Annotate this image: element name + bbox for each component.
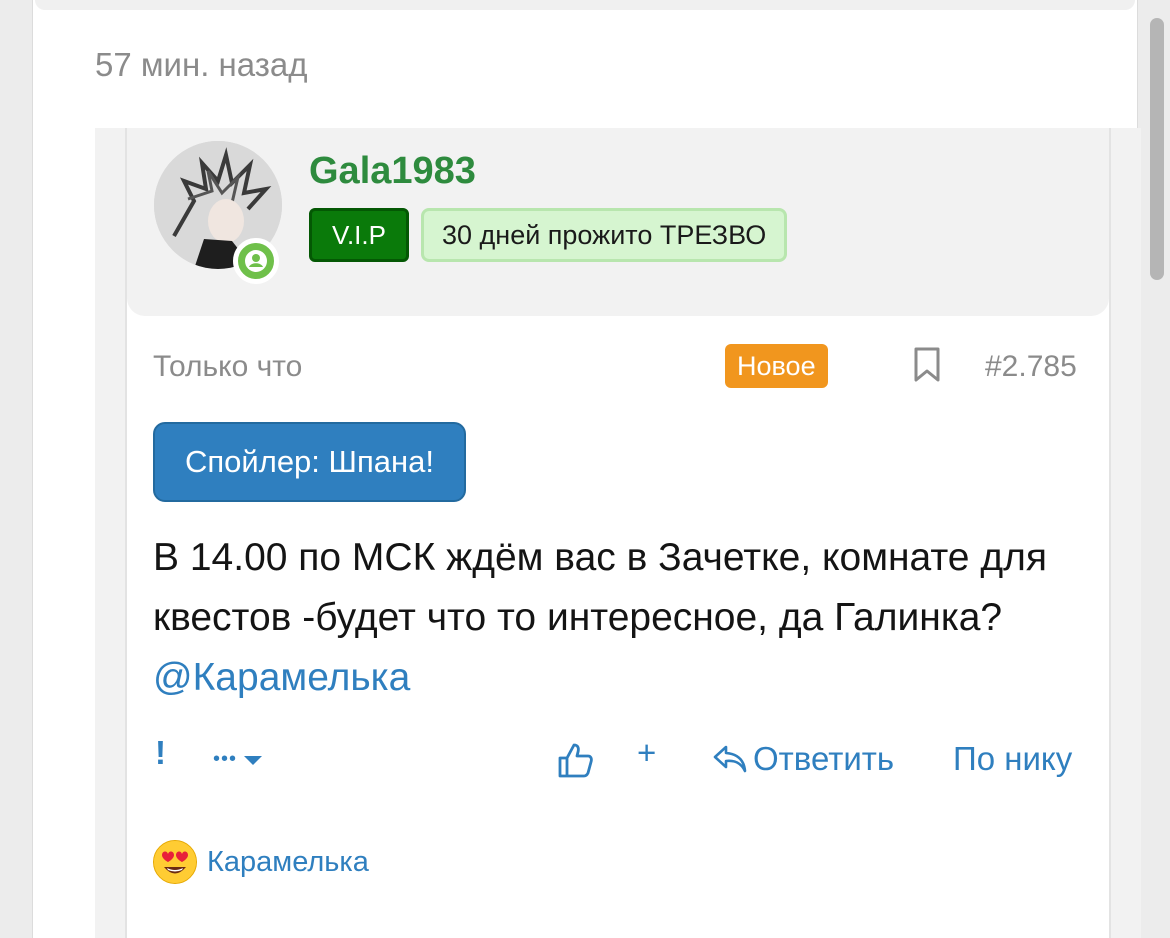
reaction-row: Карамелька: [153, 840, 369, 884]
like-button[interactable]: [557, 742, 593, 778]
mention-link[interactable]: @Карамелька: [153, 656, 410, 699]
message-body: В 14.00 по МСК ждём вас в Зачетке, комна…: [153, 536, 1047, 639]
spoiler-button[interactable]: Спойлер: Шпана!: [153, 422, 466, 502]
reply-icon: [713, 745, 747, 773]
report-button[interactable]: !: [155, 734, 166, 772]
post-number[interactable]: #2.785: [985, 350, 1077, 384]
reply-button[interactable]: Ответить: [713, 740, 894, 778]
bookmark-icon[interactable]: [913, 347, 941, 383]
sober-badge: 30 дней прожито ТРЕЗВО: [421, 208, 788, 262]
post-time[interactable]: Только что: [153, 350, 302, 384]
previous-post-time: 57 мин. назад: [95, 46, 308, 83]
thumbs-up-icon: [558, 743, 593, 778]
quote-by-nick-button[interactable]: По нику: [953, 740, 1072, 778]
scrollbar[interactable]: [1150, 18, 1164, 280]
add-reaction-button[interactable]: +: [637, 734, 656, 772]
reply-label: Ответить: [753, 740, 895, 777]
previous-post-card: [35, 0, 1135, 10]
message-text: В 14.00 по МСК ждём вас в Зачетке, комна…: [153, 528, 1093, 708]
post-body: Gala1983 V.I.P 30 дней прожито ТРЕЗВО То…: [125, 128, 1111, 938]
page: 57 мин. назад Gala1983 V.I.P 30 дней про…: [32, 0, 1141, 938]
heart-eyes-emoji-icon: [153, 840, 197, 884]
more-label: •••: [213, 748, 238, 770]
online-status-icon: [233, 238, 279, 284]
vip-badge: V.I.P: [309, 208, 409, 262]
more-menu-button[interactable]: •••: [213, 748, 263, 771]
user-header: Gala1983 V.I.P 30 дней прожито ТРЕЗВО: [127, 128, 1109, 316]
post: Gala1983 V.I.P 30 дней прожито ТРЕЗВО То…: [95, 128, 1141, 938]
reaction-user[interactable]: Карамелька: [207, 846, 369, 879]
chevron-down-icon: [244, 755, 263, 765]
new-badge: Новое: [725, 344, 828, 388]
username[interactable]: Gala1983: [309, 150, 476, 193]
